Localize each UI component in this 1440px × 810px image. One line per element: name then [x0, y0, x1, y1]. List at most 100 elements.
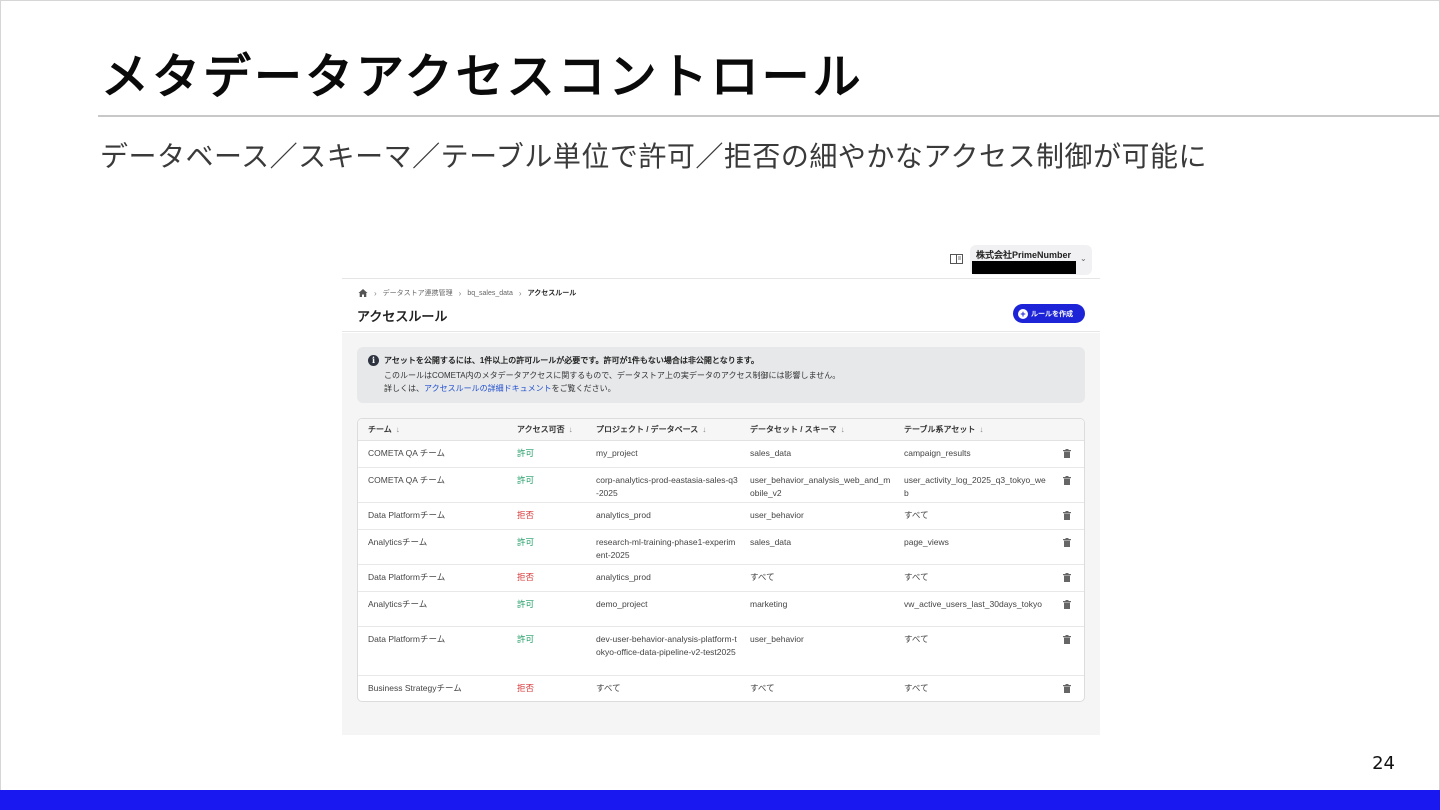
trash-icon [1063, 448, 1071, 458]
chevron-down-icon: ⌄ [1080, 254, 1087, 263]
delete-button[interactable] [1048, 529, 1084, 565]
footer-accent-bar [0, 790, 1440, 810]
page-heading: アクセスルール [357, 309, 448, 324]
slide-subtitle: データベース／スキーマ／テーブル単位で許可／拒否の細やかなアクセス制御が可能に [100, 140, 1208, 173]
page-header: › データストア連携管理 › bq_sales_data › アクセスルール ア… [342, 280, 1100, 332]
trash-icon [1063, 683, 1071, 693]
column-header-access[interactable]: アクセス可否 ↓ [507, 419, 586, 441]
plus-icon: + [1018, 308, 1028, 319]
delete-button[interactable] [1048, 591, 1084, 627]
delete-button[interactable] [1048, 626, 1084, 676]
delete-button[interactable] [1048, 564, 1084, 592]
cell-table: すべて [894, 502, 1048, 530]
cell-table: vw_active_users_last_30days_tokyo [894, 591, 1048, 627]
cell-dataset: sales_data [740, 440, 894, 468]
org-name: 株式会社PrimeNumber [976, 250, 1072, 260]
cell-access: 許可 [507, 591, 586, 627]
info-line-3: 詳しくは、アクセスルールの詳細ドキュメントをご覧ください。 [384, 383, 616, 394]
access-rules-table: チーム ↓ アクセス可否 ↓ プロジェクト / データベース ↓ データセット / ス… [357, 418, 1085, 702]
table-row: Analyticsチーム 許可 demo_project marketing v… [358, 591, 1084, 627]
cell-team: Data Platformチーム [358, 502, 507, 530]
cell-dataset: marketing [740, 591, 894, 627]
cell-project: analytics_prod [586, 502, 740, 530]
info-icon: i [368, 355, 379, 366]
cell-table: すべて [894, 675, 1048, 701]
cell-dataset: user_behavior [740, 626, 894, 676]
delete-button[interactable] [1048, 467, 1084, 503]
redacted-user [972, 261, 1076, 274]
cell-team: Analyticsチーム [358, 591, 507, 627]
chevron-right-icon: › [458, 288, 462, 298]
app-topbar: 株式会社PrimeNumber ⌄ [342, 241, 1100, 279]
trash-icon [1063, 537, 1071, 547]
delete-button[interactable] [1048, 440, 1084, 468]
info-line-3-suffix: をご覧ください。 [551, 384, 616, 393]
cell-project: research-ml-training-phase1-experiment-2… [586, 529, 740, 565]
column-header-project[interactable]: プロジェクト / データベース ↓ [586, 419, 740, 441]
cell-access: 許可 [507, 626, 586, 676]
cell-project: analytics_prod [586, 564, 740, 592]
column-header-actions [1048, 419, 1084, 441]
page-number: 24 [1372, 753, 1395, 774]
cell-dataset: すべて [740, 675, 894, 701]
cell-access: 許可 [507, 467, 586, 503]
trash-icon [1063, 599, 1071, 609]
table-row: COMETA QA チーム 許可 corp-analytics-prod-eas… [358, 467, 1084, 503]
column-header-team[interactable]: チーム ↓ [358, 419, 507, 441]
cell-table: page_views [894, 529, 1048, 565]
sort-arrow-icon: ↓ [702, 424, 707, 434]
breadcrumb-item-current: アクセスルール [527, 290, 577, 297]
org-switcher[interactable]: 株式会社PrimeNumber ⌄ [970, 245, 1092, 275]
trash-icon [1063, 572, 1071, 582]
title-divider [98, 115, 1440, 117]
cell-access: 許可 [507, 529, 586, 565]
table-row: Data Platformチーム 拒否 analytics_prod すべて す… [358, 564, 1084, 592]
cell-table: campaign_results [894, 440, 1048, 468]
home-icon[interactable] [358, 288, 368, 298]
trash-icon [1063, 510, 1071, 520]
table-row: Business Strategyチーム 拒否 すべて すべて すべて [358, 675, 1084, 701]
info-line-2: このルールはCOMETA内のメタデータアクセスに関するもので、データストア上の実… [384, 371, 841, 380]
create-rule-label: ルールを作成 [1031, 310, 1073, 318]
cell-dataset: sales_data [740, 529, 894, 565]
create-rule-button[interactable]: + ルールを作成 [1013, 304, 1085, 323]
delete-button[interactable] [1048, 502, 1084, 530]
cell-team: Data Platformチーム [358, 626, 507, 676]
info-notice: i アセットを公開するには、1件以上の許可ルールが必要です。許可が1件もない場合… [357, 347, 1085, 403]
info-line-3-prefix: 詳しくは、 [384, 384, 424, 393]
breadcrumb: › データストア連携管理 › bq_sales_data › アクセスルール [358, 288, 576, 298]
chevron-right-icon: › [374, 288, 377, 298]
info-line-1: アセットを公開するには、1件以上の許可ルールが必要です。許可が1件もない場合は非… [384, 356, 759, 365]
content-area: i アセットを公開するには、1件以上の許可ルールが必要です。許可が1件もない場合… [342, 333, 1100, 735]
cell-access: 拒否 [507, 502, 586, 530]
cell-project: dev-user-behavior-analysis-platform-toky… [586, 626, 740, 676]
trash-icon [1063, 475, 1071, 485]
cell-team: COMETA QA チーム [358, 440, 507, 468]
docs-link[interactable]: アクセスルールの詳細ドキュメント [424, 384, 552, 393]
slide: メタデータアクセスコントロール データベース／スキーマ／テーブル単位で許可／拒否… [0, 0, 1440, 810]
cell-access: 拒否 [507, 675, 586, 701]
cell-team: Analyticsチーム [358, 529, 507, 565]
breadcrumb-item-dataset[interactable]: bq_sales_data [467, 290, 513, 297]
trash-icon [1063, 634, 1071, 644]
sort-arrow-icon: ↓ [395, 424, 400, 434]
breadcrumb-item-datastore[interactable]: データストア連携管理 [383, 288, 453, 298]
delete-button[interactable] [1048, 675, 1084, 701]
table-row: Analyticsチーム 許可 research-ml-training-pha… [358, 529, 1084, 565]
table-header-row: チーム ↓ アクセス可否 ↓ プロジェクト / データベース ↓ データセット / ス… [358, 419, 1084, 441]
cell-dataset: user_behavior_analysis_web_and_mobile_v2 [740, 467, 894, 503]
sort-arrow-icon: ↓ [840, 424, 845, 434]
cell-team: Business Strategyチーム [358, 675, 507, 701]
cell-access: 許可 [507, 440, 586, 468]
cell-project: corp-analytics-prod-eastasia-sales-q3-20… [586, 467, 740, 503]
sort-arrow-icon: ↓ [568, 424, 573, 434]
book-icon[interactable] [950, 254, 963, 264]
cell-team: COMETA QA チーム [358, 467, 507, 503]
column-header-table[interactable]: テーブル系アセット ↓ [894, 419, 1048, 441]
sort-arrow-icon: ↓ [979, 424, 984, 434]
cell-access: 拒否 [507, 564, 586, 592]
cell-dataset: すべて [740, 564, 894, 592]
cell-project: すべて [586, 675, 740, 701]
app-screenshot: 株式会社PrimeNumber ⌄ › データストア連携管理 › bq_sale… [342, 241, 1100, 735]
column-header-dataset[interactable]: データセット / スキーマ ↓ [740, 419, 894, 441]
